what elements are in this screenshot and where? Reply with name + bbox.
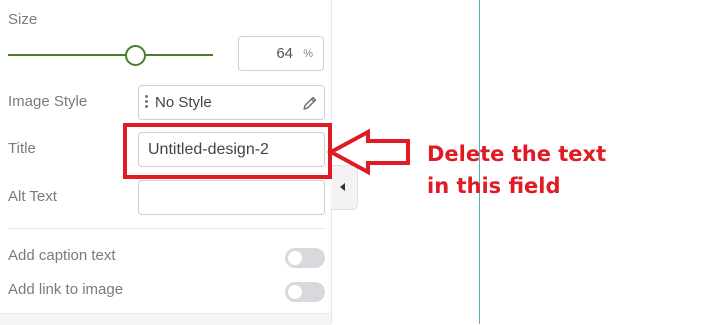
link-toggle[interactable] bbox=[285, 282, 325, 302]
annotation-line-2: in this field bbox=[427, 174, 561, 198]
drag-handle-icon bbox=[145, 95, 148, 111]
chevron-left-icon bbox=[340, 183, 345, 191]
annotation-line-1: Delete the text bbox=[427, 142, 607, 166]
panel-footer bbox=[0, 313, 331, 325]
size-label: Size bbox=[8, 11, 38, 28]
size-input[interactable]: 64 % bbox=[238, 36, 324, 71]
alt-text-label: Alt Text bbox=[8, 188, 57, 205]
image-style-value: No Style bbox=[155, 94, 212, 111]
annotation-highlight-box bbox=[123, 123, 332, 179]
caption-toggle-label: Add caption text bbox=[8, 247, 116, 264]
toggle-knob bbox=[288, 285, 302, 299]
link-toggle-label: Add link to image bbox=[8, 281, 124, 298]
size-slider-track[interactable] bbox=[8, 54, 213, 56]
size-slider-thumb[interactable] bbox=[125, 45, 146, 66]
image-style-select[interactable]: No Style bbox=[138, 85, 325, 120]
toggle-knob bbox=[288, 251, 302, 265]
size-value: 64 bbox=[276, 45, 293, 62]
title-label: Title bbox=[8, 140, 36, 157]
image-style-label: Image Style bbox=[8, 93, 88, 110]
annotation-arrow-icon bbox=[326, 128, 410, 176]
alt-text-input[interactable] bbox=[138, 180, 325, 215]
pencil-icon[interactable] bbox=[302, 95, 318, 111]
section-divider bbox=[8, 228, 325, 229]
size-unit: % bbox=[303, 48, 313, 60]
caption-toggle[interactable] bbox=[285, 248, 325, 268]
annotation-callout: Delete the text in this field bbox=[427, 138, 606, 202]
